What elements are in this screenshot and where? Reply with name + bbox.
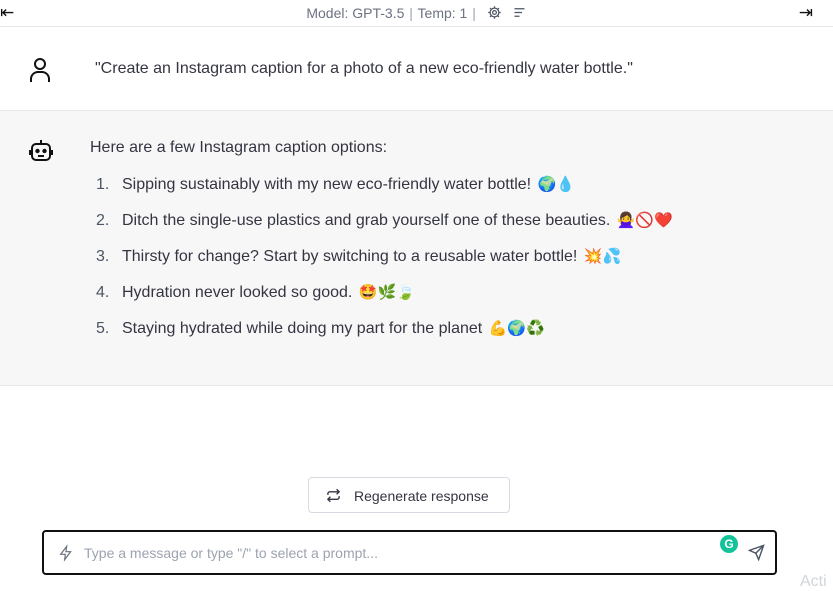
list-number: 1. [96,176,110,193]
list-number: 3. [96,248,110,265]
list-number: 4. [96,284,110,301]
lightning-icon[interactable] [58,544,74,567]
list-number: 5. [96,320,110,337]
caption-emoji: 💪🌍♻️ [488,320,545,337]
caption-emoji: 🙅‍♀️🚫❤️ [616,212,673,229]
caption-list: 1. Sipping sustainably with my new eco-fr… [96,175,673,355]
list-item: 4. Hydration never looked so good. 🤩🌿🍃 [96,283,673,319]
caption-text: Thirsty for change? Start by switching t… [122,248,578,265]
list-item: 5. Staying hydrated while doing my part f… [96,319,673,355]
activation-watermark: Acti [800,573,827,590]
caption-text: Hydration never looked so good. [122,284,353,301]
list-item: 3. Thirsty for change? Start by switching… [96,247,673,283]
caption-emoji: 🤩🌿🍃 [358,284,415,301]
bot-icon [28,138,54,169]
temperature-label: Temp: 1 [417,5,468,21]
model-settings-info: Model: GPT-3.5 | Temp: 1 | [0,5,833,23]
message-input[interactable] [82,542,706,564]
model-label: Model: GPT-3.5 [306,5,405,21]
top-bar: ⇤ Model: GPT-3.5 | Temp: 1 | ⇥ [0,0,833,27]
caption-emoji: 🌍💧 [537,176,575,193]
assistant-intro-text: Here are a few Instagram caption options… [90,139,388,156]
message-input-box: G [42,530,777,575]
expand-panel-icon[interactable]: ⇥ [799,3,813,23]
repeat-icon [326,488,341,506]
caption-text: Staying hydrated while doing my part for… [122,320,483,337]
list-number: 2. [96,212,110,229]
separator: | [472,5,476,21]
caption-emoji: 💥💦 [583,248,622,265]
list-item: 2. Ditch the single-use plastics and grab… [96,211,673,247]
regenerate-label: Regenerate response [354,488,489,504]
user-icon [28,57,52,88]
caption-text: Sipping sustainably with my new eco-frie… [122,176,532,193]
caption-text: Ditch the single-use plastics and grab y… [122,212,611,229]
menu-lines-icon[interactable] [512,5,527,23]
assistant-message-row: Here are a few Instagram caption options… [0,111,833,386]
regenerate-button[interactable]: Regenerate response [308,477,510,513]
send-icon[interactable] [747,544,765,566]
separator: | [409,5,413,21]
user-message-text: "Create an Instagram caption for a photo… [95,60,633,77]
grammarly-icon[interactable]: G [720,535,738,553]
user-message-row: "Create an Instagram caption for a photo… [0,27,833,111]
gear-icon[interactable] [487,5,502,23]
list-item: 1. Sipping sustainably with my new eco-fr… [96,175,673,211]
